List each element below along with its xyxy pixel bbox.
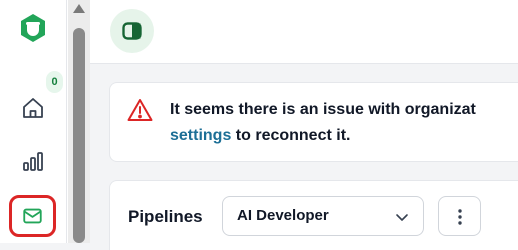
mail-icon: [23, 208, 42, 224]
alert-message-tail: to reconnect it.: [231, 127, 351, 144]
icon-sidebar: 0: [0, 0, 68, 243]
more-options-button[interactable]: [438, 196, 481, 236]
scroll-up-arrow-icon[interactable]: [73, 4, 85, 13]
home-icon[interactable]: [21, 96, 45, 120]
chevron-down-icon: [396, 214, 408, 221]
panel-toggle-button[interactable]: [110, 9, 154, 53]
alert-message-continued: settings to reconnect it.: [170, 127, 350, 145]
warning-triangle-icon: [127, 98, 153, 127]
pipeline-select[interactable]: AI Developer: [222, 196, 424, 236]
mail-nav-button[interactable]: [9, 195, 56, 237]
alert-message: It seems there is an issue with organiza…: [170, 101, 476, 118]
pipeline-selected-value: AI Developer: [237, 207, 329, 224]
scrollbar-thumb[interactable]: [73, 28, 85, 243]
settings-link[interactable]: settings: [170, 127, 231, 144]
app-logo[interactable]: [17, 12, 49, 44]
bar-chart-icon[interactable]: [21, 149, 45, 173]
more-vertical-icon: [458, 209, 462, 225]
pipelines-card: Pipelines AI Developer: [109, 180, 518, 250]
sidebar-divider: [66, 0, 67, 243]
notification-count-badge: 0: [46, 71, 63, 93]
panel-toggle-icon: [122, 22, 142, 40]
connection-alert: It seems there is an issue with organiza…: [109, 82, 518, 162]
top-bar: [90, 0, 518, 64]
pipelines-label: Pipelines: [128, 207, 203, 226]
